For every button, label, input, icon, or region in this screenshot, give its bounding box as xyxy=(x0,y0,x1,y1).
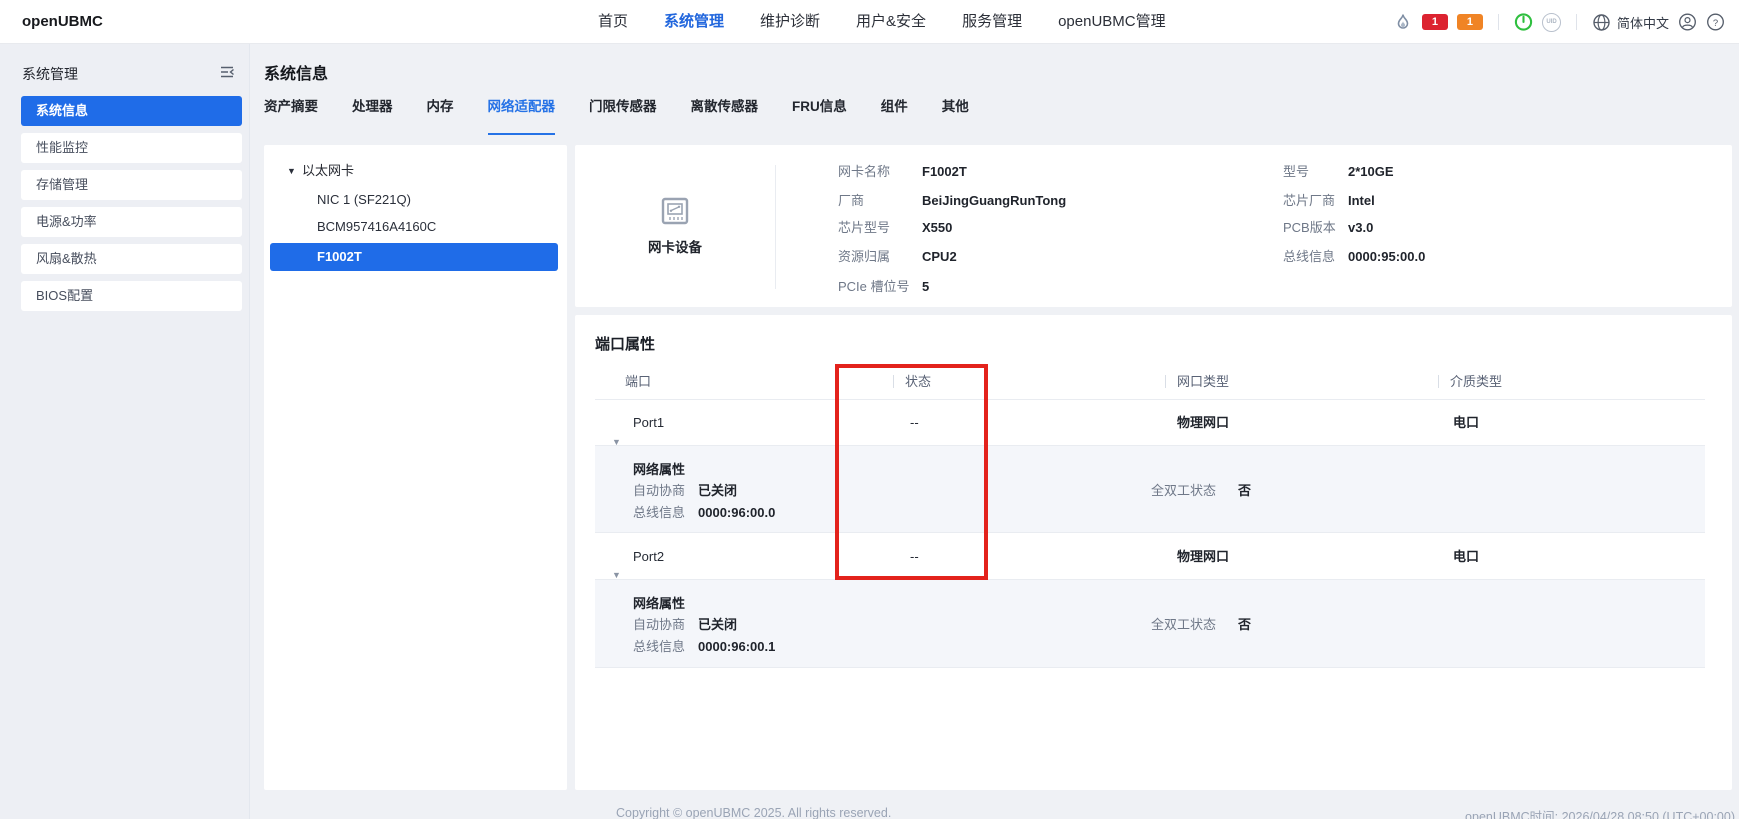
tab-network-adapter[interactable]: 网络适配器 xyxy=(488,96,556,128)
svg-text:?: ? xyxy=(1713,18,1718,29)
detail-bus-info: 总线信息0000:96:00.0 xyxy=(633,504,775,522)
language-selector[interactable]: 简体中文 xyxy=(1617,13,1669,32)
detail-full-duplex: 全双工状态否 xyxy=(1151,616,1251,634)
port-properties-title: 端口属性 xyxy=(595,333,655,354)
tab-discrete-sensors[interactable]: 离散传感器 xyxy=(691,96,759,128)
tab-memory[interactable]: 内存 xyxy=(427,96,454,128)
col-header-port-type: 网口类型 xyxy=(1177,363,1229,400)
nic-device-block: 网卡设备 xyxy=(575,145,775,307)
footer-system-time: openUBMC时间: 2026/04/28 08:50 (UTC+00:00) xyxy=(1465,806,1735,819)
field-chip-model: 芯片型号X550 xyxy=(838,218,952,238)
tab-asset-summary[interactable]: 资产摘要 xyxy=(264,96,318,128)
field-pcie-slot: PCIe 槽位号5 xyxy=(838,277,929,297)
sidebar-item-storage[interactable]: 存储管理 xyxy=(21,170,242,200)
field-chip-vendor: 芯片厂商Intel xyxy=(1283,191,1375,211)
sidebar-item-system-info[interactable]: 系统信息 xyxy=(21,96,242,126)
caret-down-icon[interactable]: ▼ xyxy=(287,157,296,185)
tab-components[interactable]: 组件 xyxy=(881,96,908,128)
topbar-right-cluster: 1 1 UID 简体中文 xyxy=(1394,0,1725,44)
main-nav: 首页 系统管理 维护诊断 用户&安全 服务管理 openUBMC管理 xyxy=(598,0,1166,44)
port2-status: -- xyxy=(910,533,919,580)
field-nic-name: 网卡名称F1002T xyxy=(838,162,967,182)
port-table-header: 端口 状态 网口类型 介质类型 xyxy=(595,363,1705,400)
table-row-port1[interactable]: ▼ Port1 -- 物理网口 电口 xyxy=(595,400,1705,446)
collapse-sidebar-icon[interactable] xyxy=(218,63,238,83)
topbar: openUBMC 首页 系统管理 维护诊断 用户&安全 服务管理 openUBM… xyxy=(0,0,1739,44)
user-icon[interactable] xyxy=(1678,13,1697,32)
tree-item-bcm957416[interactable]: BCM957416A4160C xyxy=(270,213,558,241)
field-model: 型号2*10GE xyxy=(1283,162,1394,182)
sidebar-item-fan-cooling[interactable]: 风扇&散热 xyxy=(21,244,242,274)
uid-icon[interactable]: UID xyxy=(1542,13,1561,32)
sidebar-item-performance[interactable]: 性能监控 xyxy=(21,133,242,163)
page-title: 系统信息 xyxy=(264,60,328,84)
col-header-status: 状态 xyxy=(905,363,931,400)
detail-full-duplex: 全双工状态否 xyxy=(1151,482,1251,500)
port-properties-panel: 端口属性 端口 状态 网口类型 介质类型 ▼ Port1 -- 物理网口 电口 xyxy=(575,315,1732,790)
field-vendor: 厂商BeiJingGuangRunTong xyxy=(838,191,1066,211)
port1-status: -- xyxy=(910,400,919,446)
column-separator xyxy=(1438,375,1439,388)
detail-auto-negotiation: 自动协商已关闭 xyxy=(633,616,737,634)
table-row-port2[interactable]: ▼ Port2 -- 物理网口 电口 xyxy=(595,533,1705,580)
nav-home[interactable]: 首页 xyxy=(598,0,628,44)
tab-fru-info[interactable]: FRU信息 xyxy=(792,96,847,128)
port1-detail-panel: 网络属性 自动协商已关闭 总线信息0000:96:00.0 全双工状态否 xyxy=(595,446,1705,533)
sidebar: 系统管理 系统信息 性能监控 存储管理 电源&功率 风扇&散热 BIOS配置 xyxy=(0,44,250,819)
col-header-media-type: 介质类型 xyxy=(1450,363,1502,400)
nic-device-label: 网卡设备 xyxy=(575,236,775,256)
col-header-port: 端口 xyxy=(625,363,651,400)
sidebar-header: 系统管理 xyxy=(0,60,250,88)
column-separator xyxy=(893,375,894,388)
globe-icon[interactable] xyxy=(1592,13,1611,32)
sidebar-item-power[interactable]: 电源&功率 xyxy=(21,207,242,237)
nav-openubmc-management[interactable]: openUBMC管理 xyxy=(1058,0,1166,44)
alarm-flame-icon[interactable] xyxy=(1394,13,1413,32)
column-separator xyxy=(1165,375,1166,388)
tab-bar: 资产摘要 处理器 内存 网络适配器 门限传感器 离散传感器 FRU信息 组件 其… xyxy=(264,96,969,128)
nav-service-management[interactable]: 服务管理 xyxy=(962,0,1022,44)
nic-detail-panel: 网卡设备 网卡名称F1002T 厂商BeiJingGuangRunTong 芯片… xyxy=(575,145,1732,307)
adapter-tree-panel: ▼ 以太网卡 NIC 1 (SF221Q) BCM957416A4160C F1… xyxy=(264,145,567,790)
major-alarm-badge[interactable]: 1 xyxy=(1457,14,1483,30)
tree-node-label: 以太网卡 xyxy=(302,157,354,185)
power-icon[interactable] xyxy=(1514,13,1533,32)
detail-bus-info: 总线信息0000:96:00.1 xyxy=(633,638,775,656)
tree-item-f1002t[interactable]: F1002T xyxy=(270,243,558,271)
openubmc-screen: openUBMC 首页 系统管理 维护诊断 用户&安全 服务管理 openUBM… xyxy=(0,0,1739,819)
nic-device-icon xyxy=(659,196,691,228)
tree-item-nic1[interactable]: NIC 1 (SF221Q) xyxy=(270,186,558,214)
nav-maintenance-diagnosis[interactable]: 维护诊断 xyxy=(760,0,820,44)
nav-user-security[interactable]: 用户&安全 xyxy=(856,0,926,44)
detail-divider xyxy=(775,165,776,289)
tree-node-ethernet[interactable]: ▼ 以太网卡 xyxy=(264,157,567,185)
field-pcb-version: PCB版本v3.0 xyxy=(1283,218,1373,238)
critical-alarm-badge[interactable]: 1 xyxy=(1422,14,1448,30)
sidebar-title: 系统管理 xyxy=(22,64,78,84)
footer-copyright: Copyright © openUBMC 2025. All rights re… xyxy=(616,806,891,819)
help-icon[interactable]: ? xyxy=(1706,13,1725,32)
detail-auto-negotiation: 自动协商已关闭 xyxy=(633,482,737,500)
tab-other[interactable]: 其他 xyxy=(942,96,969,128)
port2-detail-panel: 网络属性 自动协商已关闭 总线信息0000:96:00.1 全双工状态否 xyxy=(595,580,1705,668)
field-resource-owner: 资源归属CPU2 xyxy=(838,247,957,267)
topbar-divider xyxy=(1576,14,1577,30)
field-bus-info: 总线信息0000:95:00.0 xyxy=(1283,247,1425,267)
sidebar-item-bios[interactable]: BIOS配置 xyxy=(21,281,242,311)
topbar-divider xyxy=(1498,14,1499,30)
tab-processor[interactable]: 处理器 xyxy=(352,96,393,128)
tab-threshold-sensors[interactable]: 门限传感器 xyxy=(589,96,657,128)
nav-system-management[interactable]: 系统管理 xyxy=(664,0,724,44)
app-logo: openUBMC xyxy=(22,0,103,44)
